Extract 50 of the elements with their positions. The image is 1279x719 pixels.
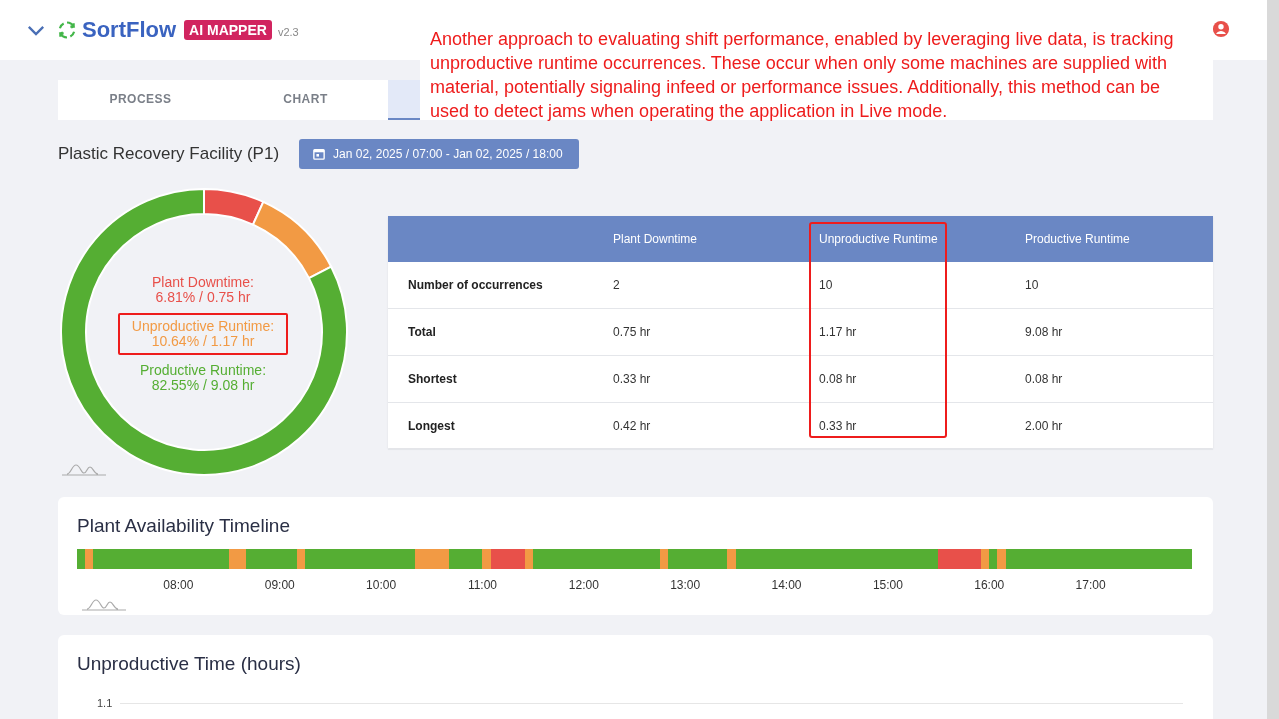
table-cell-text: 0.42 hr [612,419,652,433]
table-cell-text: 0.08 hr [818,372,858,386]
legend-value: 10.64% / 1.17 hr [151,334,255,349]
legend-label: Plant Downtime: [152,275,254,290]
time-tick-label: 10:00 [366,578,397,592]
table-cell-text: 9.08 hr [1024,325,1064,339]
table-cell-text: 2.00 hr [1024,419,1064,433]
legend-label: Productive Runtime: [139,363,267,378]
y-axis-tick-label: 1.1 [97,697,113,709]
recycle-logo-icon [57,20,77,40]
time-tick-label: 11:00 [467,578,497,592]
time-tick-label: 14:00 [771,578,802,592]
row-label: Total [407,325,437,339]
user-account-icon[interactable] [1212,20,1230,38]
legend-value: 82.55% / 9.08 hr [151,378,255,393]
card-title: Unproductive Time (hours) [77,653,302,675]
table-cell-text: 1.17 hr [818,325,858,339]
chart-logo-icon [61,463,107,477]
product-badge: AI MAPPER [184,20,272,40]
time-tick-label: 12:00 [568,578,599,592]
legend-value: 6.81% / 0.75 hr [155,290,251,305]
time-tick-label: 09:00 [264,578,295,592]
version-label: v2.3 [277,26,299,38]
table-cell-text: 10 [818,278,834,292]
column-header: Productive Runtime [1024,232,1131,246]
time-tick-label: 13:00 [670,578,701,592]
time-tick-label: 17:00 [1075,578,1106,592]
legend-label: Unproductive Runtime: [131,319,275,334]
table-cell-text: 10 [1024,278,1040,292]
date-range-button[interactable]: Jan 02, 2025 / 07:00 - Jan 02, 2025 / 18:00 [299,139,579,169]
time-tick-label: 08:00 [163,578,194,592]
row-label: Longest [407,419,456,433]
chevron-down-icon[interactable] [27,24,45,36]
chart-logo-icon [81,598,127,612]
row-label: Number of occurrences [407,278,544,292]
table-cell-text: 0.75 hr [612,325,652,339]
column-header: Plant Downtime [612,232,699,246]
scrollbar[interactable] [1267,0,1279,719]
table-cell-text: 0.33 hr [818,419,858,433]
row-label: Shortest [407,372,458,386]
table-cell-text: 0.08 hr [1024,372,1064,386]
card-title: Plant Availability Timeline [77,515,291,537]
time-tick-label: 16:00 [974,578,1005,592]
column-header: Unproductive Runtime [818,232,939,246]
app-name: SortFlow [82,17,177,43]
table-cell-text: 2 [612,278,621,292]
table-cell-text: 0.33 hr [612,372,652,386]
time-tick-label: 15:00 [872,578,903,592]
facility-title: Plastic Recovery Facility (P1) [58,144,280,164]
calendar-icon [313,148,326,160]
